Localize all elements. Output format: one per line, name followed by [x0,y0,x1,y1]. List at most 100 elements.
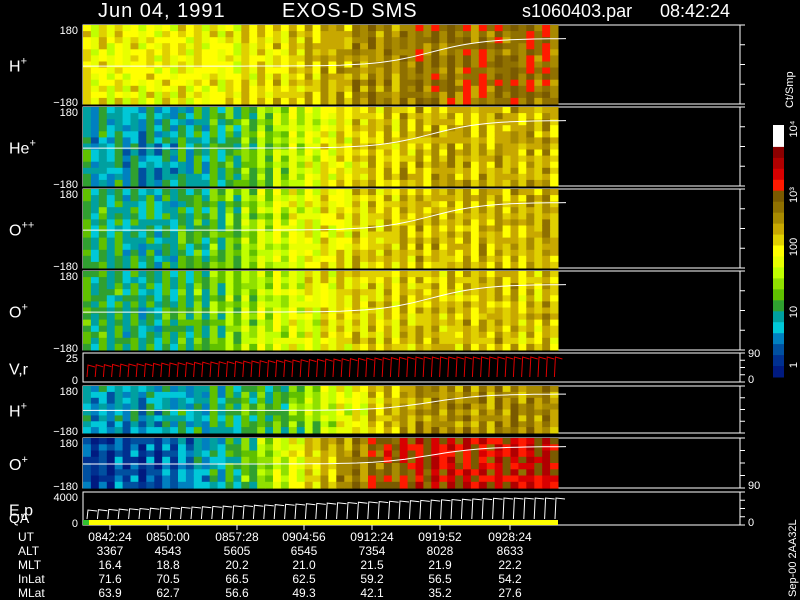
heatmap-cell [209,25,219,32]
heatmap-cell [130,79,139,87]
heatmap-cell [518,31,527,38]
heatmap-cell [320,207,329,214]
heatmap-cell [265,195,274,202]
heatmap-cell [296,179,306,187]
heatmap-cell [201,438,211,445]
heatmap-cell [550,143,559,151]
heatmap-cell [225,319,234,327]
heatmap-cell [336,415,345,422]
heatmap-cell [502,97,511,105]
heatmap-cell [130,237,139,245]
heatmap-cell [502,469,511,477]
heatmap-cell [241,73,250,81]
heatmap-cell [201,155,211,163]
heatmap-cell [280,49,290,56]
heatmap-cell [209,189,219,196]
heatmap-cell [383,463,393,470]
heatmap-cell [249,427,258,434]
heatmap-cell [502,319,511,327]
heatmap-cell [463,213,472,220]
heatmap-cell [518,249,527,257]
heatmap-cell [249,386,258,393]
heatmap-cell [360,61,369,69]
heatmap-cell [320,85,329,93]
heatmap-cell [391,179,401,187]
heatmap-cell [178,415,187,422]
heatmap-cell [154,137,163,144]
heatmap-cell [518,325,527,333]
heatmap-cell [320,325,329,333]
heatmap-cell [320,403,329,410]
heatmap-cell [550,149,559,157]
heatmap-cell [320,255,329,263]
heatmap-cell [288,207,298,214]
heatmap-cell [288,195,298,202]
heatmap-cell [201,179,211,187]
heatmap-cell [510,409,519,416]
heatmap-cell [383,289,393,296]
heatmap-cell [463,475,472,483]
colorbar-swatch [773,212,784,225]
heatmap-cell [193,444,203,452]
heatmap-cell [209,397,219,405]
heatmap-cell [225,337,234,345]
heatmap-cell [130,231,139,239]
heatmap-cell [368,131,377,138]
heatmap-cell [288,438,298,445]
heatmap-cell [273,450,282,458]
heatmap-cell [368,107,377,114]
heatmap-cell [138,55,147,62]
heatmap-cell [320,155,329,163]
heatmap-cell [383,421,393,428]
heatmap-cell [415,125,424,132]
heatmap-cell [154,313,163,321]
heatmap-cell [423,277,432,284]
heatmap-cell [431,243,440,251]
heatmap-cell [486,319,496,327]
heatmap-cell [391,271,401,278]
heatmap-cell [550,289,559,296]
heatmap-cell [423,415,432,422]
heatmap-cell [518,91,527,99]
heatmap-cell [265,438,274,445]
heatmap-cell [122,313,131,321]
heatmap-cell [114,125,124,132]
heatmap-cell [312,207,321,214]
heatmap-cell [550,444,559,452]
heatmap-cell [241,277,250,284]
heatmap-cell [209,427,219,434]
heatmap-cell [383,343,393,351]
heatmap-cell [114,43,124,50]
heatmap-cell [138,67,147,75]
heatmap-cell [328,313,337,321]
heatmap-cell [146,91,155,99]
heatmap-cell [296,149,306,157]
heatmap-cell [415,113,424,120]
heatmap-cell [510,261,519,269]
heatmap-cell [114,343,124,351]
heatmap-cell [510,143,519,151]
heatmap-cell [304,113,314,120]
heatmap-cell [510,277,519,284]
heatmap-cell [542,55,551,62]
heatmap-cell [431,225,440,233]
heatmap-cell [423,427,432,434]
heatmap-cell [431,261,440,269]
heatmap-cell [391,397,401,405]
heatmap-cell [526,463,535,470]
heatmap-cell [217,97,226,105]
heatmap-cell [518,481,527,489]
heatmap-cell [478,243,488,251]
heatmap-cell [383,456,393,464]
heatmap-cell [360,325,369,333]
heatmap-cell [415,107,424,114]
heatmap-cell [423,469,432,477]
heatmap-cell [455,325,464,333]
heatmap-cell [312,161,321,169]
heatmap-cell [510,481,519,489]
heatmap-cell [146,189,155,196]
heatmap-cell [209,343,219,351]
heatmap-cell [288,386,298,393]
heatmap-cell [526,243,535,251]
heatmap-cell [170,343,179,351]
